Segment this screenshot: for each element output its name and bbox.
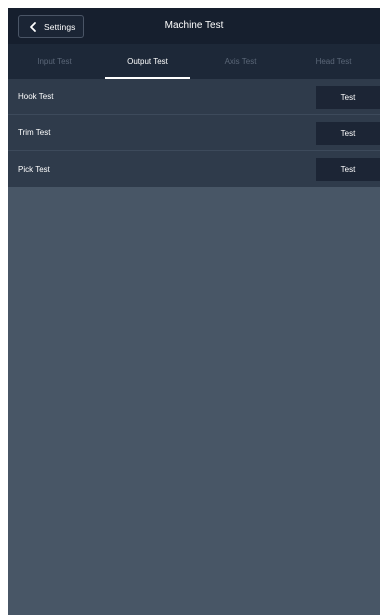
chevron-left-icon xyxy=(30,21,36,32)
back-settings-button[interactable]: Settings xyxy=(18,15,84,38)
output-test-list: Hook Test Test Trim Test Test Pick Test … xyxy=(8,79,380,187)
tab-head-test[interactable]: Head Test xyxy=(287,44,380,79)
hook-test-button[interactable]: Test xyxy=(316,86,380,109)
header-bar: Settings Machine Test xyxy=(8,8,380,44)
pick-test-button[interactable]: Test xyxy=(316,158,380,181)
list-item-trim-test: Trim Test Test xyxy=(8,115,380,151)
test-tabs: Input Test Output Test Axis Test Head Te… xyxy=(8,44,380,79)
tab-input-test[interactable]: Input Test xyxy=(8,44,101,79)
trim-test-button[interactable]: Test xyxy=(316,122,380,145)
list-item-hook-test: Hook Test Test xyxy=(8,79,380,115)
back-button-label: Settings xyxy=(44,21,76,32)
tab-output-test[interactable]: Output Test xyxy=(101,44,194,79)
tab-axis-test[interactable]: Axis Test xyxy=(194,44,287,79)
machine-test-screen: Settings Machine Test Input Test Output … xyxy=(8,8,380,615)
list-item-pick-test: Pick Test Test xyxy=(8,151,380,187)
